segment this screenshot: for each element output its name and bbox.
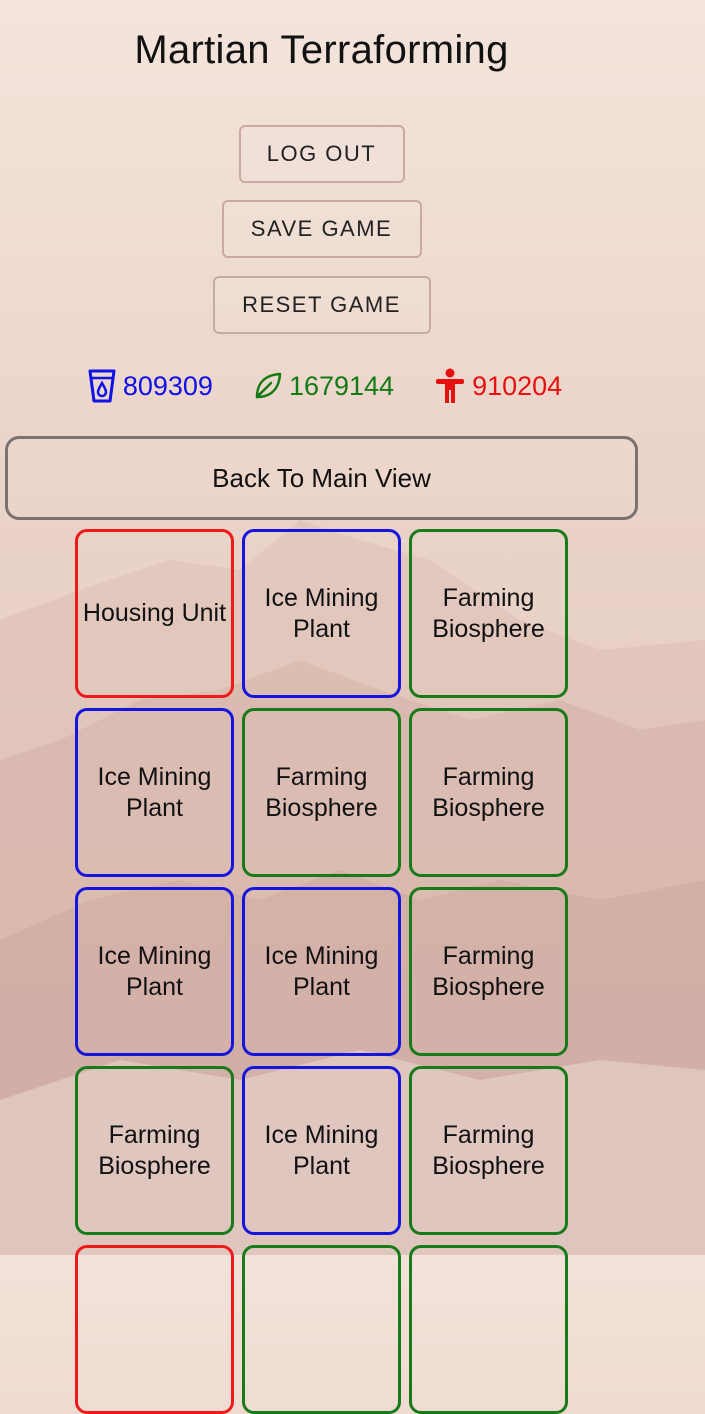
building-tile[interactable] [242,1245,401,1414]
app-root: Martian Terraforming LOG OUT SAVE GAME R… [0,0,705,1414]
water-glass-icon [88,369,116,403]
population-stat: 910204 [434,368,562,404]
building-label: Ice Mining Plant [97,762,212,822]
building-tile[interactable]: Housing Unit [75,529,234,698]
building-tile[interactable]: Ice Mining Plant [242,529,401,698]
food-value: 1679144 [288,370,395,401]
building-tile[interactable]: Ice Mining Plant [75,708,234,877]
water-stat: 809309 [87,368,213,404]
building-grid: Housing Unit Ice Mining Plant Farming Bi… [75,529,569,1414]
save-game-button[interactable]: SAVE GAME [221,200,422,258]
building-tile[interactable]: Ice Mining Plant [242,1066,401,1235]
building-label: Farming Biosphere [432,941,545,1001]
building-tile[interactable]: Ice Mining Plant [75,887,234,1056]
building-label: Ice Mining Plant [264,583,379,643]
logout-button[interactable]: LOG OUT [238,125,405,183]
building-tile[interactable]: Farming Biosphere [242,708,401,877]
building-tile[interactable]: Farming Biosphere [409,1066,568,1235]
building-label: Ice Mining Plant [97,941,212,1001]
building-tile[interactable] [409,1245,568,1414]
back-to-main-view-button[interactable]: Back To Main View [5,436,638,520]
building-label: Housing Unit [82,599,227,627]
building-label: Farming Biosphere [432,1120,545,1180]
building-tile[interactable]: Farming Biosphere [409,887,568,1056]
building-tile[interactable]: Farming Biosphere [409,529,568,698]
building-tile[interactable]: Ice Mining Plant [242,887,401,1056]
building-label: Farming Biosphere [265,762,378,822]
building-tile[interactable] [75,1245,234,1414]
reset-game-button[interactable]: RESET GAME [212,276,431,334]
leaf-icon [255,372,282,399]
building-label: Ice Mining Plant [264,1120,379,1180]
building-label: Farming Biosphere [432,583,545,643]
water-value: 809309 [122,370,213,401]
population-value: 910204 [472,370,563,401]
building-label: Ice Mining Plant [264,941,379,1001]
person-icon [436,368,465,403]
resource-stats: 809309 1679144 910204 [3,368,646,404]
building-label: Farming Biosphere [432,762,545,822]
food-stat: 1679144 [253,371,394,402]
building-tile[interactable]: Farming Biosphere [75,1066,234,1235]
building-label: Farming Biosphere [98,1120,211,1180]
building-tile[interactable]: Farming Biosphere [409,708,568,877]
page-title: Martian Terraforming [134,28,509,72]
